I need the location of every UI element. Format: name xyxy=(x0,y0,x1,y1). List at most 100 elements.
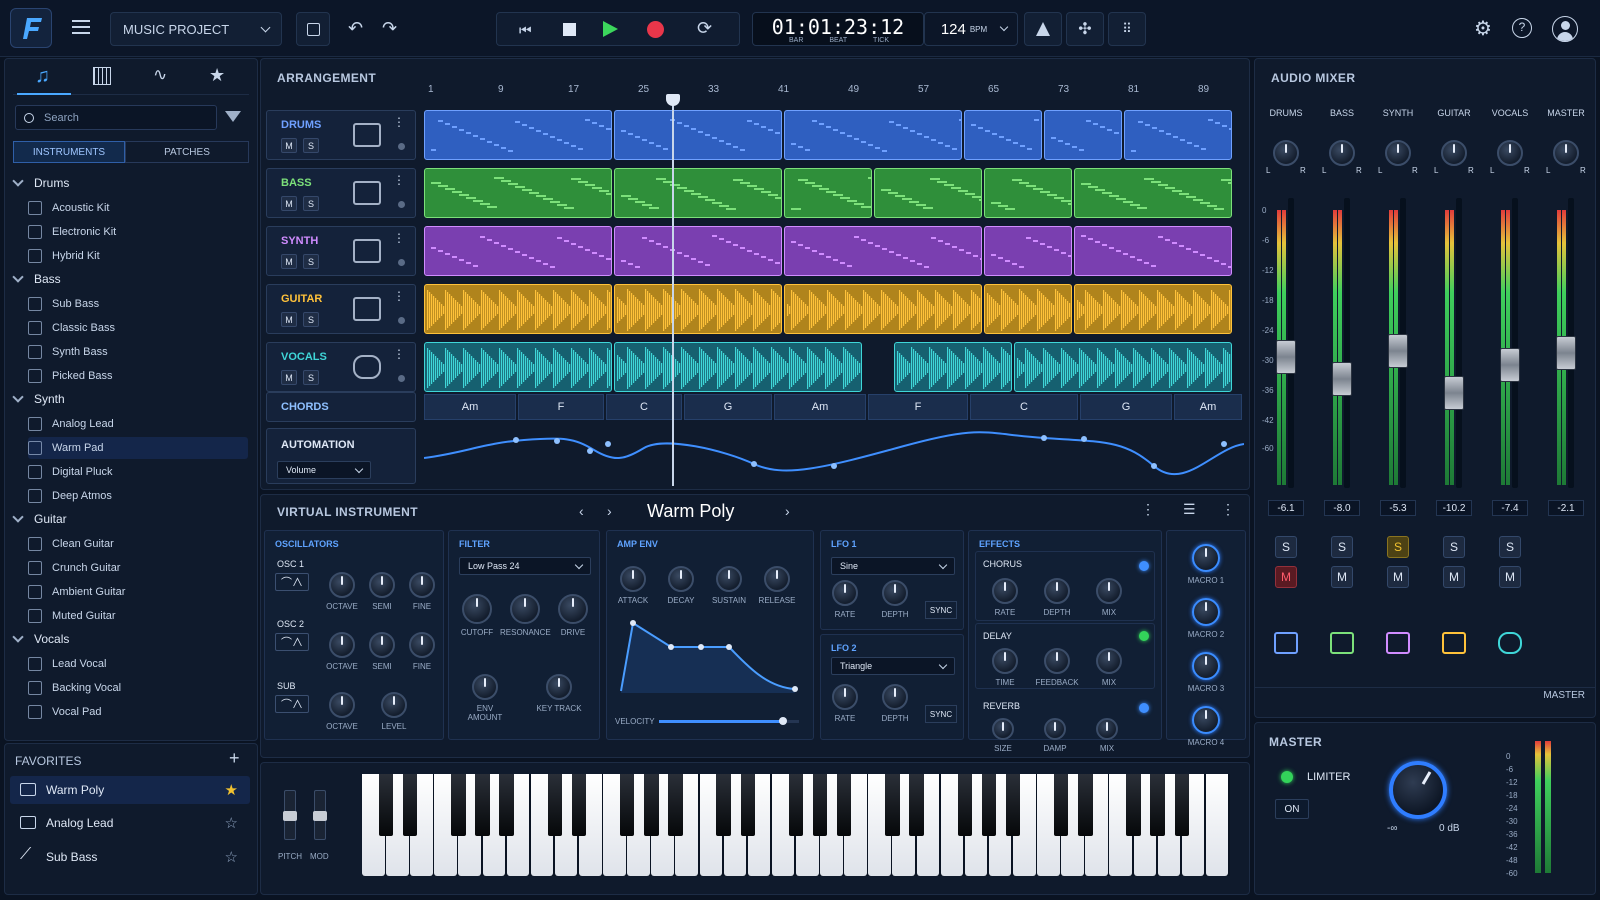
grid-button[interactable]: ⠿ xyxy=(1108,12,1146,46)
amp-decay-knob[interactable] xyxy=(668,566,694,592)
tab-instruments[interactable]: INSTRUMENTS xyxy=(13,141,125,163)
user-avatar-icon[interactable] xyxy=(1552,16,1578,42)
track-record-arm[interactable] xyxy=(398,259,405,266)
pan-knob[interactable] xyxy=(1497,140,1523,166)
tab-patches[interactable]: PATCHES xyxy=(125,141,249,163)
solo-button[interactable]: S xyxy=(1443,536,1465,558)
chorus-mix-knob[interactable] xyxy=(1096,578,1122,604)
sidebar-item-acoustic-kit[interactable]: Acoustic Kit xyxy=(28,197,248,219)
macro-4-knob[interactable] xyxy=(1192,706,1220,734)
clip[interactable] xyxy=(874,168,982,218)
black-key[interactable] xyxy=(644,774,659,836)
filter-env-amount-knob[interactable] xyxy=(472,674,498,700)
clip[interactable] xyxy=(784,284,982,334)
clip[interactable] xyxy=(1074,226,1232,276)
sidebar-item-picked-bass[interactable]: Picked Bass xyxy=(28,365,248,387)
clip[interactable] xyxy=(1014,342,1232,392)
master-volume-knob[interactable] xyxy=(1389,761,1447,819)
delay-mix-knob[interactable] xyxy=(1096,648,1122,674)
mute-button[interactable]: M xyxy=(1443,566,1465,588)
chord-block[interactable]: F xyxy=(868,394,968,420)
bpm-select[interactable]: 124 BPM xyxy=(924,12,1018,46)
sidebar-item-crunch-guitar[interactable]: Crunch Guitar xyxy=(28,557,248,579)
delay-feedback-knob[interactable] xyxy=(1044,648,1070,674)
clip[interactable] xyxy=(1124,110,1232,160)
track-lane-guitar[interactable] xyxy=(424,284,1234,334)
chord-block[interactable]: C xyxy=(606,394,682,420)
track-lane-bass[interactable] xyxy=(424,168,1234,218)
category-drums[interactable]: Drums xyxy=(12,175,69,190)
black-key[interactable] xyxy=(571,774,587,836)
amp-release-knob[interactable] xyxy=(764,566,790,592)
sub-wave-icon[interactable]: ⌒∧ xyxy=(275,695,309,713)
delay-time-knob[interactable] xyxy=(992,648,1018,674)
star-icon[interactable]: ★ xyxy=(209,65,225,86)
sidebar-item-vocal-pad[interactable]: Vocal Pad xyxy=(28,701,248,723)
chord-block[interactable]: C xyxy=(970,394,1078,420)
clip[interactable] xyxy=(424,226,612,276)
clip[interactable] xyxy=(784,168,872,218)
black-key[interactable] xyxy=(619,774,635,836)
pan-knob[interactable] xyxy=(1385,140,1411,166)
clip[interactable] xyxy=(894,342,1012,392)
black-key[interactable] xyxy=(475,774,490,836)
white-key[interactable] xyxy=(1205,774,1229,876)
clip[interactable] xyxy=(1044,110,1122,160)
osc2-wave-icon[interactable]: ⌒∧ xyxy=(275,633,309,651)
sidebar-item-hybrid-kit[interactable]: Hybrid Kit xyxy=(28,245,248,267)
clip[interactable] xyxy=(614,342,862,392)
chorus-enable-led[interactable] xyxy=(1139,561,1149,571)
pitch-wheel[interactable] xyxy=(283,790,297,840)
clip[interactable] xyxy=(1074,284,1232,334)
sidebar-item-deep-atmos[interactable]: Deep Atmos xyxy=(28,485,248,507)
track-record-arm[interactable] xyxy=(398,317,405,324)
category-bass[interactable]: Bass xyxy=(12,271,61,286)
chord-block[interactable]: F xyxy=(518,394,604,420)
track-menu-icon[interactable]: ⋮ xyxy=(393,173,405,187)
black-key[interactable] xyxy=(1150,774,1165,836)
lfo1-depth-knob[interactable] xyxy=(882,580,908,606)
macro-1-knob[interactable] xyxy=(1192,544,1220,572)
black-key[interactable] xyxy=(981,774,997,836)
clip[interactable] xyxy=(614,168,782,218)
osc2-semi-knob[interactable] xyxy=(369,632,395,658)
black-key[interactable] xyxy=(909,774,924,836)
lfo1-sync-button[interactable]: SYNC xyxy=(925,601,957,619)
velocity-slider[interactable] xyxy=(659,717,799,725)
star-outline-icon[interactable]: ☆ xyxy=(225,848,238,866)
loop-icon[interactable]: ⟳ xyxy=(697,18,712,39)
track-lane-vocals[interactable] xyxy=(424,342,1234,392)
fader-handle[interactable] xyxy=(1556,336,1576,370)
favorite-item-warm-poly[interactable]: Warm Poly ★ xyxy=(10,776,250,804)
category-synth[interactable]: Synth xyxy=(12,391,65,406)
black-key[interactable] xyxy=(812,774,828,836)
clip[interactable] xyxy=(614,110,782,160)
fader-handle[interactable] xyxy=(1388,334,1408,368)
menu-icon[interactable] xyxy=(72,20,90,34)
limiter-on-button[interactable]: ON xyxy=(1275,799,1309,819)
sidebar-item-digital-pluck[interactable]: Digital Pluck xyxy=(28,461,248,483)
mute-button[interactable]: M xyxy=(281,138,297,153)
clip[interactable] xyxy=(984,168,1072,218)
mute-button[interactable]: M xyxy=(281,254,297,269)
lfo2-depth-knob[interactable] xyxy=(882,684,908,710)
save-button[interactable] xyxy=(296,12,330,46)
clip[interactable] xyxy=(424,110,612,160)
mute-button[interactable]: M xyxy=(1387,566,1409,588)
black-key[interactable] xyxy=(957,774,972,836)
track-menu-icon[interactable]: ⋮ xyxy=(393,231,405,245)
record-icon[interactable] xyxy=(647,21,664,38)
mod-wheel[interactable] xyxy=(313,790,327,840)
solo-button[interactable]: S xyxy=(1387,536,1409,558)
sidebar-item-analog-lead[interactable]: Analog Lead xyxy=(28,413,248,435)
solo-button[interactable]: S xyxy=(303,254,319,269)
pan-knob[interactable] xyxy=(1553,140,1579,166)
star-outline-icon[interactable]: ☆ xyxy=(225,814,238,832)
black-key[interactable] xyxy=(836,774,852,836)
fader-handle[interactable] xyxy=(1332,362,1352,396)
sidebar-item-electronic-kit[interactable]: Electronic Kit xyxy=(28,221,248,243)
music-note-icon[interactable]: ♫ xyxy=(35,65,50,88)
automation-curve[interactable] xyxy=(424,428,1244,484)
search-input[interactable]: Search xyxy=(15,105,217,130)
black-key[interactable] xyxy=(1005,774,1021,836)
